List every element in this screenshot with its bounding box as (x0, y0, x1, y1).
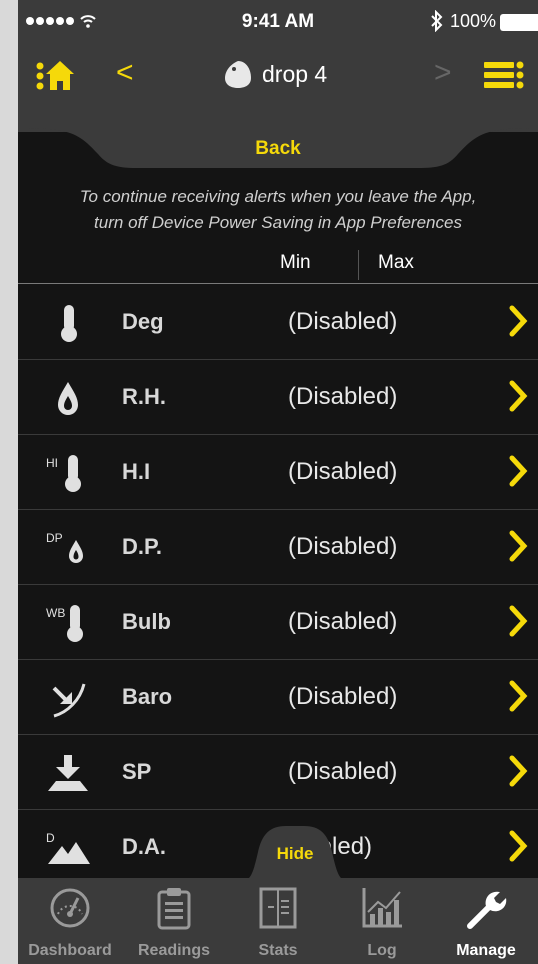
row-value: (Disabled) (288, 458, 398, 485)
station-pressure-icon (48, 755, 88, 791)
chevron-right-icon[interactable] (508, 379, 528, 413)
drop-device-icon (225, 61, 251, 88)
previous-device-button[interactable]: < (116, 56, 134, 90)
hide-button[interactable]: Hide (236, 844, 354, 864)
tab-label: Stats (258, 942, 298, 959)
alert-row-baro[interactable]: Baro (Disabled) (18, 660, 538, 735)
svg-text:DP: DP (46, 531, 63, 545)
row-label: Baro (122, 684, 173, 709)
tab-label: Readings (137, 942, 210, 959)
wrench-icon (467, 891, 507, 929)
dew-point-icon: DP (46, 531, 83, 563)
app-screen: 9:41 AM 100% < drop 4 > Back To continue… (18, 0, 538, 964)
tab-label: Log (367, 942, 397, 959)
chevron-right-icon[interactable] (508, 304, 528, 338)
back-tab[interactable]: Back (18, 120, 538, 182)
row-value: (Disabled) (288, 533, 398, 560)
tab-readings[interactable]: Readings (122, 878, 226, 964)
row-label: D.P. (122, 534, 162, 559)
wet-bulb-icon: WB (46, 605, 83, 642)
alert-row-bulb[interactable]: WB Bulb (Disabled) (18, 585, 538, 660)
alert-row-hi[interactable]: HI H.I (Disabled) (18, 435, 538, 510)
graph-icon (362, 888, 402, 928)
battery-icon (500, 14, 538, 31)
min-column-label: Min (280, 252, 311, 273)
device-name: drop 4 (262, 60, 328, 87)
chevron-right-icon[interactable] (508, 679, 528, 713)
home-icon[interactable] (36, 58, 76, 92)
chevron-right-icon[interactable] (508, 754, 528, 788)
chevron-right-icon[interactable] (508, 529, 528, 563)
row-label: R.H. (122, 384, 166, 409)
row-value: (Disabled) (288, 608, 398, 635)
column-divider (358, 250, 359, 280)
power-saving-notice: To continue receiving alerts when you le… (79, 187, 477, 232)
alert-list: Deg (Disabled) R.H. (Disabled) HI H.I (D… (18, 285, 538, 885)
thermometer-icon (61, 305, 77, 342)
alert-row-deg[interactable]: Deg (Disabled) (18, 285, 538, 360)
hide-tab[interactable]: Hide (236, 812, 354, 882)
svg-text:WB: WB (46, 606, 65, 620)
tab-stats[interactable]: Stats (226, 878, 330, 964)
stats-icon (259, 887, 297, 929)
row-label: Deg (122, 309, 164, 334)
menu-icon[interactable] (484, 58, 524, 92)
row-label: SP (122, 759, 152, 784)
svg-text:HI: HI (46, 456, 58, 470)
chevron-right-icon[interactable] (508, 454, 528, 488)
svg-text:D: D (46, 831, 55, 845)
alert-row-dp[interactable]: DP D.P. (Disabled) (18, 510, 538, 585)
chevron-right-icon[interactable] (508, 829, 528, 863)
clipboard-icon (157, 888, 191, 930)
alert-row-sp[interactable]: SP (Disabled) (18, 735, 538, 810)
bluetooth-icon (431, 10, 443, 32)
row-value: (Disabled) (288, 308, 398, 335)
tab-dashboard[interactable]: Dashboard (18, 878, 122, 964)
chevron-right-icon[interactable] (508, 604, 528, 638)
device-selector[interactable]: drop 4 (222, 58, 327, 90)
row-value: (Disabled) (288, 383, 398, 410)
gauge-icon (50, 888, 90, 928)
row-label: D.A. (122, 834, 166, 859)
row-value: (Disabled) (288, 758, 398, 785)
tab-bar: Dashboard Readings Stats Log Manage (18, 878, 538, 964)
tab-log[interactable]: Log (330, 878, 434, 964)
tab-manage[interactable]: Manage (434, 878, 538, 964)
barometer-icon (52, 683, 86, 718)
back-button[interactable]: Back (18, 138, 538, 160)
density-altitude-icon: D (46, 831, 90, 864)
column-header: Min Max (18, 248, 538, 284)
heat-index-icon: HI (46, 455, 81, 492)
max-column-label: Max (378, 252, 414, 273)
row-value: (Disabled) (288, 683, 398, 710)
row-label: H.I (122, 459, 151, 484)
nav-bar: < drop 4 > (18, 44, 538, 132)
alert-row-rh[interactable]: R.H. (Disabled) (18, 360, 538, 435)
row-label: Bulb (122, 609, 171, 634)
status-bar: 9:41 AM 100% (18, 0, 538, 44)
battery-percent: 100% (450, 11, 497, 31)
next-device-button[interactable]: > (434, 56, 452, 90)
tab-label: Dashboard (28, 942, 112, 959)
tab-label: Manage (456, 942, 516, 959)
droplet-icon (58, 382, 78, 415)
